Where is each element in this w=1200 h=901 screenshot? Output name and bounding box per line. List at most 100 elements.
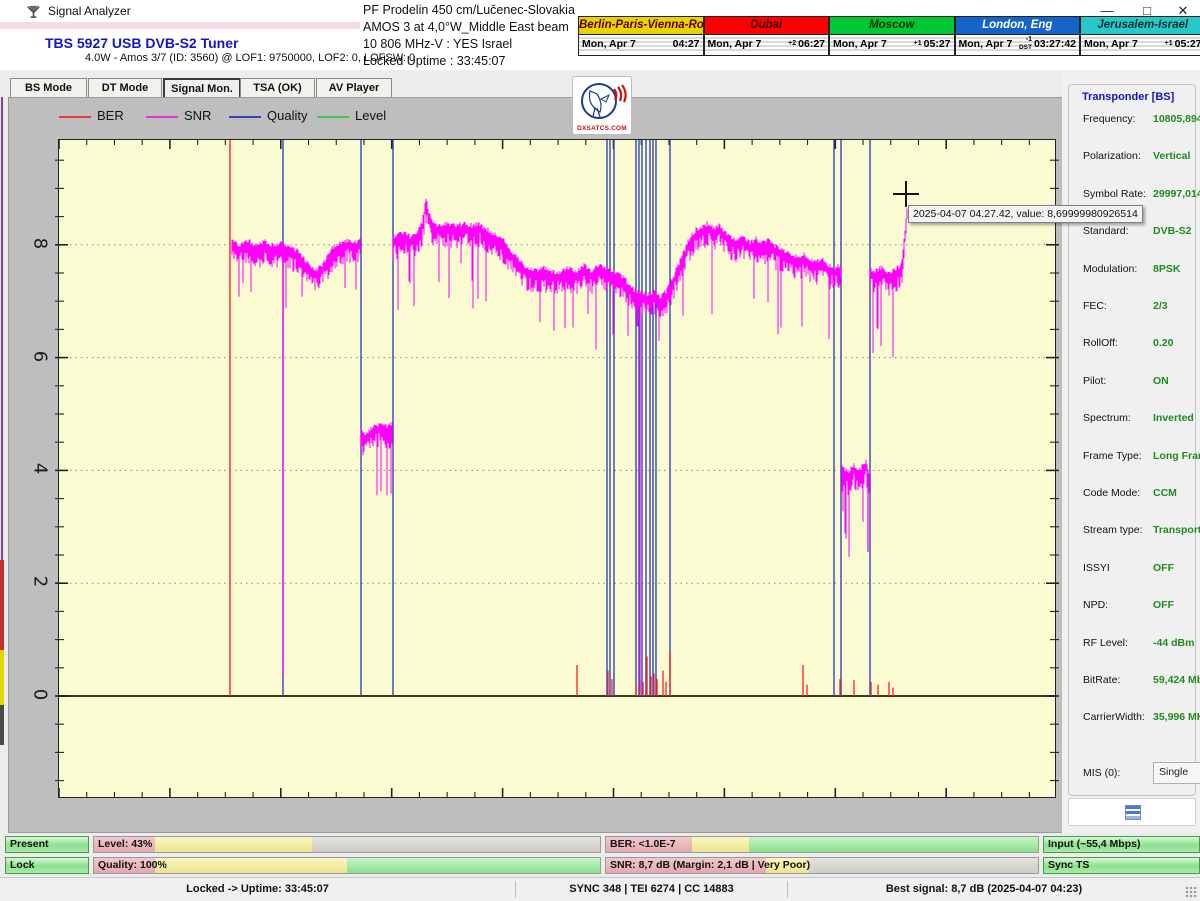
progress-label: Level: 43% [98,837,152,852]
clock-date: Mon, Apr 7 [1084,38,1138,50]
clock-london-eng: London, EngMon, Apr 7-1DST03:27:42 [955,16,1081,56]
row-label: NPD: [1083,599,1108,611]
plot-canvas [59,140,1055,797]
world-clocks: Berlin-Paris-Vienna-RomaMon, Apr 704:27D… [578,16,1200,56]
transponder-row-bitrate-: BitRate: 59,424 Mbit/s [1083,674,1200,688]
row-value: CCM [1153,487,1177,499]
tab-tsa-ok-[interactable]: TSA (OK) [240,78,315,99]
station-info-line: Locked Uptime : 33:45:07 [363,53,573,70]
tab-dt-mode[interactable]: DT Mode [88,78,162,99]
transponder-panel: Transponder [BS] Frequency:10805,894 MHz… [1062,70,1200,835]
status-bar: Locked -> Uptime: 33:45:07 SYNC 348 | TE… [0,877,1200,901]
row-value: 0.20 [1153,337,1173,349]
mis-label: MIS (0): [1083,767,1120,779]
row-label: RollOff: [1083,337,1118,349]
tab-bar: BS ModeDT ModeSignal Mon.TSA (OK)AV Play… [0,70,1062,97]
mis-value: Single [1159,766,1188,778]
clock-time: 05:27 [1175,38,1200,50]
clock-time-row: Mon, Apr 7+105:27 [830,35,954,53]
clock-utc-offset: -1DST [1012,36,1034,52]
transponder-row-frequency-: Frequency:10805,894 MHz [1083,113,1200,127]
transponder-row-code-mode-: Code Mode:CCM [1083,487,1200,501]
clock-jerusalem-israel: Jerusalem-IsraelMon, Apr 7+105:27 [1080,16,1200,56]
clock-utc-offset: +1 [1138,40,1175,48]
desktop-edge-red [0,560,4,650]
row-value: ON [1153,375,1169,387]
legend-label: SNR [184,108,211,123]
row-value: OFF [1153,562,1174,574]
progress-segment-yellow [692,837,748,852]
indicator-quality-100: Quality: 100% [93,857,601,874]
chart-tooltip: 2025-04-07 04.27.42, value: 8,6999998092… [908,205,1143,223]
ts-capture-button[interactable] [1068,798,1196,826]
y-tick-label: 4 [30,458,51,480]
legend-swatch [59,116,91,118]
station-info-line: AMOS 3 at 4,0°W_Middle East beam [363,19,573,36]
clock-city-label: Dubai [705,17,829,35]
progress-segment-green [749,837,1038,852]
tab-bs-mode[interactable]: BS Mode [10,78,87,99]
y-tick-label: 6 [30,345,51,367]
row-label: Stream type: [1083,524,1143,536]
signal-plot[interactable] [58,139,1056,798]
clock-city-label: Berlin-Paris-Vienna-Roma [579,17,703,35]
transponder-row-stream-type-: Stream type: Transport [1083,524,1200,538]
station-info-line: PF Prodelin 450 cm/Lučenec-Slovakia [363,2,573,19]
transponder-title: Transponder [BS] [1079,91,1177,103]
indicator-lock: Lock [5,857,89,874]
window-title: Signal Analyzer [48,4,131,18]
transponder-groupbox: Transponder [BS] Frequency:10805,894 MHz… [1068,84,1196,796]
transponder-row-carrierwidth-: CarrierWidth:35,996 MHz [1083,711,1200,725]
clock-time-row: Mon, Apr 704:27 [579,35,703,53]
desktop-edge-yellow [0,650,4,705]
clock-date: Mon, Apr 7 [582,38,636,50]
transponder-row-spectrum-: Spectrum: Inverted [1083,412,1200,426]
clock-time: 05:27 [924,38,951,50]
indicator-row: Lock Quality: 100% SNR: 8,7 dB (Margin: 2,… [5,857,1198,874]
indicator-sync-ts: Sync TS [1043,857,1200,874]
logo-text: DXSATCS.COM [573,125,631,132]
indicator-snr-8-7-db-margin-2-1-db-very-poor: SNR: 8,7 dB (Margin: 2,1 dB | Very Poor) [605,857,1039,874]
clock-utc-offset: +2 [761,40,798,48]
resize-grip[interactable] [1185,886,1198,899]
mis-dropdown[interactable]: Single ▼ [1153,762,1200,784]
progress-label: BER: <1.0E-7 [610,837,676,852]
transponder-row-polarization-: Polarization:Vertical [1083,150,1200,164]
transponder-row-rf-level-: RF Level:-44 dBm [1083,637,1200,651]
tab-av-player[interactable]: AV Player [316,78,392,99]
indicator-ber-1-0e-7: BER: <1.0E-7 [605,836,1039,853]
desktop-edge-dark [0,705,4,745]
row-label: Standard: [1083,225,1129,237]
progress-segment-green [347,858,600,873]
row-label: Symbol Rate: [1083,188,1146,200]
clock-time-row: Mon, Apr 7+206:27 [705,35,829,53]
row-value: 29997,014 KS/s [1153,188,1200,200]
clock-time-row: Mon, Apr 7+105:27 [1081,35,1200,53]
indicator-bars: PresentLevel: 43%BER: <1.0E-7Input (~55,… [0,833,1200,877]
row-label: FEC: [1083,300,1107,312]
dxsatcs-logo: DXSATCS.COM [572,76,632,135]
progress-label: Quality: 100% [98,858,167,873]
row-value: Transport [1153,524,1200,536]
indicator-level-43: Level: 43% [93,836,601,853]
row-value: Inverted [1153,412,1194,424]
transponder-row-modulation-: Modulation:8PSK [1083,263,1200,277]
row-label: BitRate: [1083,674,1120,686]
row-label: Pilot: [1083,375,1106,387]
row-value: Vertical [1153,150,1190,162]
app-icon [26,4,41,19]
progress-segment-yellow [155,837,312,852]
legend-swatch [229,116,261,118]
station-info-line: 10 806 MHz-V : YES Israel [363,36,573,53]
status-counters: SYNC 348 | TEI 6274 | CC 14883 [516,878,787,901]
transponder-row-npd-: NPD:OFF [1083,599,1200,613]
clock-time-row: Mon, Apr 7-1DST03:27:42 [956,35,1080,53]
row-value: Long Frame [1153,450,1200,462]
row-label: Spectrum: [1083,412,1131,424]
chart-container: BERSNRQualityLevel 02468 [8,97,1064,833]
tuner-title: TBS 5927 USB DVB-S2 Tuner [45,35,238,51]
row-value: 59,424 Mbit/s [1153,674,1200,686]
header-accent-strip [0,22,360,29]
legend-label: Quality [267,108,307,123]
row-value: 8PSK [1153,263,1180,275]
